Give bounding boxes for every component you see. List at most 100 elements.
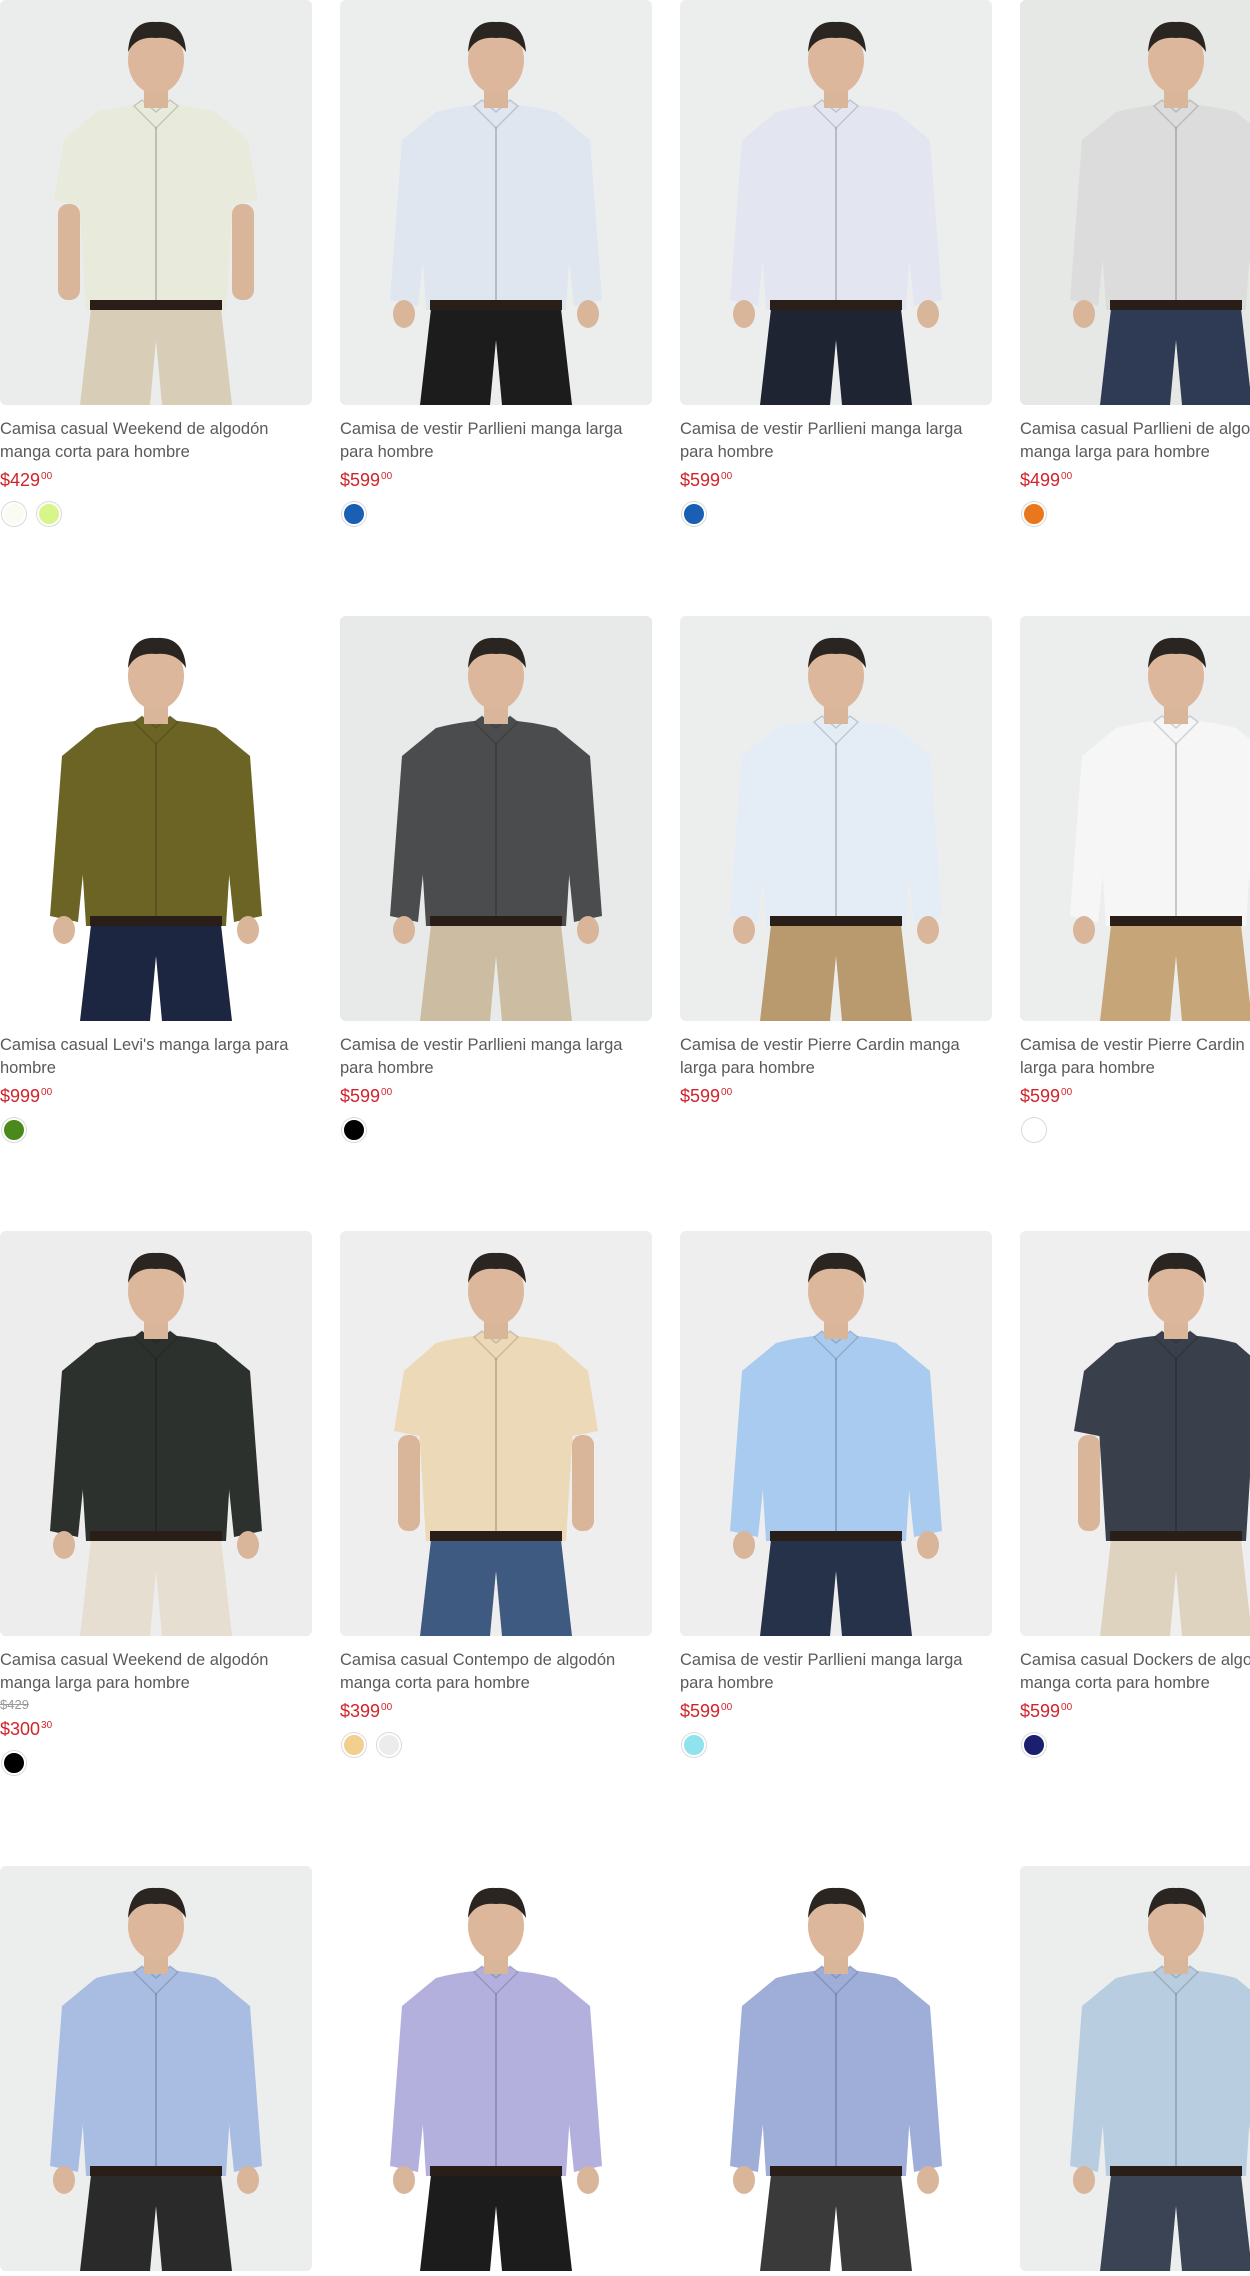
product-title-line-1: Camisa casual Weekend de algodón (0, 420, 269, 438)
price-cents: 00 (721, 1087, 733, 1098)
product-title-line-1: Camisa de vestir Parllieni manga larga (680, 420, 963, 438)
color-swatch[interactable] (1022, 502, 1046, 526)
product-card[interactable] (0, 1866, 312, 2271)
color-swatches (1020, 1118, 1250, 1144)
product-title-line-1: Camisa casual Parllieni de algo (1020, 420, 1250, 438)
product-card[interactable] (1020, 1866, 1250, 2271)
product-card[interactable]: Camisa de vestir Parllieni manga larga pa… (340, 0, 652, 528)
color-swatch[interactable] (2, 1118, 26, 1142)
product-image[interactable] (1020, 1866, 1250, 2271)
product-card[interactable]: Camisa de vestir Pierre Cardin larga para… (1020, 616, 1250, 1144)
price-cents: 00 (1061, 471, 1073, 482)
price-amount: $429 (0, 470, 41, 490)
color-swatch[interactable] (2, 1751, 26, 1775)
product-title-line-1: Camisa de vestir Parllieni manga larga (340, 1036, 623, 1054)
color-swatch[interactable] (1022, 1733, 1046, 1757)
product-title-line-1: Camisa casual Contempo de algodón (340, 1651, 616, 1669)
product-image[interactable] (0, 616, 312, 1021)
old-price: $429 (0, 1697, 29, 1712)
product-card[interactable]: Camisa casual Parllieni de algo manga lar… (1020, 0, 1250, 528)
product-title[interactable]: Camisa casual Contempo de algodón manga c… (340, 1649, 652, 1695)
product-image[interactable] (0, 1866, 312, 2271)
product-image[interactable] (340, 1231, 652, 1636)
product-image[interactable] (1020, 0, 1250, 405)
product-image[interactable] (0, 0, 312, 405)
product-card[interactable]: Camisa de vestir Parllieni manga larga pa… (680, 0, 992, 528)
product-card[interactable]: Camisa casual Weekend de algodón manga la… (0, 1231, 312, 1777)
color-swatch[interactable] (682, 1733, 706, 1757)
price-cents: 00 (1061, 1702, 1073, 1713)
color-swatch[interactable] (342, 1733, 366, 1757)
price-amount: $599 (680, 470, 721, 490)
product-card[interactable] (340, 1866, 652, 2271)
product-title-line-1: Camisa de vestir Pierre Cardin (1020, 1036, 1245, 1054)
product-image[interactable] (340, 616, 652, 1021)
product-image[interactable] (0, 1231, 312, 1636)
color-swatches (340, 1118, 652, 1144)
price-amount: $499 (1020, 470, 1061, 490)
product-card[interactable]: Camisa de vestir Parllieni manga larga pa… (680, 1231, 992, 1759)
man-light-blue-plus-size-shirt (1020, 1866, 1250, 2271)
color-swatch[interactable] (1022, 1118, 1046, 1142)
shirt-shape (1096, 1335, 1250, 1541)
product-title[interactable]: Camisa de vestir Parllieni manga larga pa… (680, 1649, 992, 1695)
price-cents: 00 (721, 1702, 733, 1713)
color-swatch[interactable] (37, 502, 61, 526)
product-image[interactable] (1020, 616, 1250, 1021)
product-title-line-2: manga corta para hombre (0, 443, 190, 461)
product-title[interactable]: Camisa casual Levi's manga larga para hom… (0, 1034, 312, 1080)
color-swatches (340, 502, 652, 528)
product-title[interactable]: Camisa casual Weekend de algodón manga co… (0, 418, 312, 464)
color-swatch[interactable] (377, 1733, 401, 1757)
product-title-line-2: larga para hombre (680, 1059, 815, 1077)
shirt-shape (1096, 720, 1250, 926)
product-card[interactable]: Camisa de vestir Pierre Cardin manga larg… (680, 616, 992, 1144)
price: $59900 (680, 466, 992, 491)
man-white-pierre-cardin-shirt (1020, 616, 1250, 1021)
product-title[interactable]: Camisa de vestir Pierre Cardin manga larg… (680, 1034, 992, 1080)
man-sky-blue-dress-shirt (680, 1231, 992, 1636)
product-card[interactable]: Camisa casual Weekend de algodón manga co… (0, 0, 312, 528)
product-title-line-2: para hombre (680, 1674, 774, 1692)
product-image[interactable] (680, 1866, 992, 2271)
man-blue-check-dress-shirt (680, 1866, 992, 2271)
product-title-line-2: larga para hombre (1020, 1059, 1155, 1077)
product-card[interactable]: Camisa casual Dockers de algo manga corta… (1020, 1231, 1250, 1759)
product-image[interactable] (680, 616, 992, 1021)
product-title[interactable]: Camisa de vestir Parllieni manga larga pa… (680, 418, 992, 464)
price: $59900 (340, 466, 652, 491)
product-image[interactable] (340, 1866, 652, 2271)
product-card[interactable] (680, 1866, 992, 2271)
price: $30030 (0, 1715, 312, 1740)
product-image[interactable] (680, 1231, 992, 1636)
color-swatch[interactable] (682, 502, 706, 526)
color-swatches (1020, 1733, 1250, 1759)
product-title-line-2: manga larga para hombre (0, 1674, 190, 1692)
product-title-line-1: Camisa casual Dockers de algo (1020, 1651, 1250, 1669)
product-title[interactable]: Camisa casual Weekend de algodón manga la… (0, 1649, 312, 1695)
product-title[interactable]: Camisa de vestir Parllieni manga larga pa… (340, 418, 652, 464)
price-amount: $599 (680, 1701, 721, 1721)
price: $99900 (0, 1082, 312, 1107)
price-amount: $599 (680, 1086, 721, 1106)
product-title[interactable]: Camisa de vestir Pierre Cardin larga para… (1020, 1034, 1250, 1080)
product-card[interactable]: Camisa casual Levi's manga larga para hom… (0, 616, 312, 1144)
product-title-line-2: para hombre (340, 443, 434, 461)
man-striped-short-sleeve-shirt (0, 0, 312, 405)
price-amount: $399 (340, 1701, 381, 1721)
product-image[interactable] (680, 0, 992, 405)
product-card[interactable]: Camisa de vestir Parllieni manga larga pa… (340, 616, 652, 1144)
price-amount: $599 (1020, 1086, 1061, 1106)
product-title[interactable]: Camisa casual Dockers de algo manga corta… (1020, 1649, 1250, 1695)
color-swatch[interactable] (342, 1118, 366, 1142)
product-card[interactable]: Camisa casual Contempo de algodón manga c… (340, 1231, 652, 1759)
price-amount: $999 (0, 1086, 41, 1106)
product-title[interactable]: Camisa de vestir Parllieni manga larga pa… (340, 1034, 652, 1080)
product-title-line-2: para hombre (680, 443, 774, 461)
price: $39900 (340, 1697, 652, 1722)
product-image[interactable] (1020, 1231, 1250, 1636)
product-image[interactable] (340, 0, 652, 405)
color-swatch[interactable] (2, 502, 26, 526)
color-swatch[interactable] (342, 502, 366, 526)
product-title[interactable]: Camisa casual Parllieni de algo manga lar… (1020, 418, 1250, 464)
